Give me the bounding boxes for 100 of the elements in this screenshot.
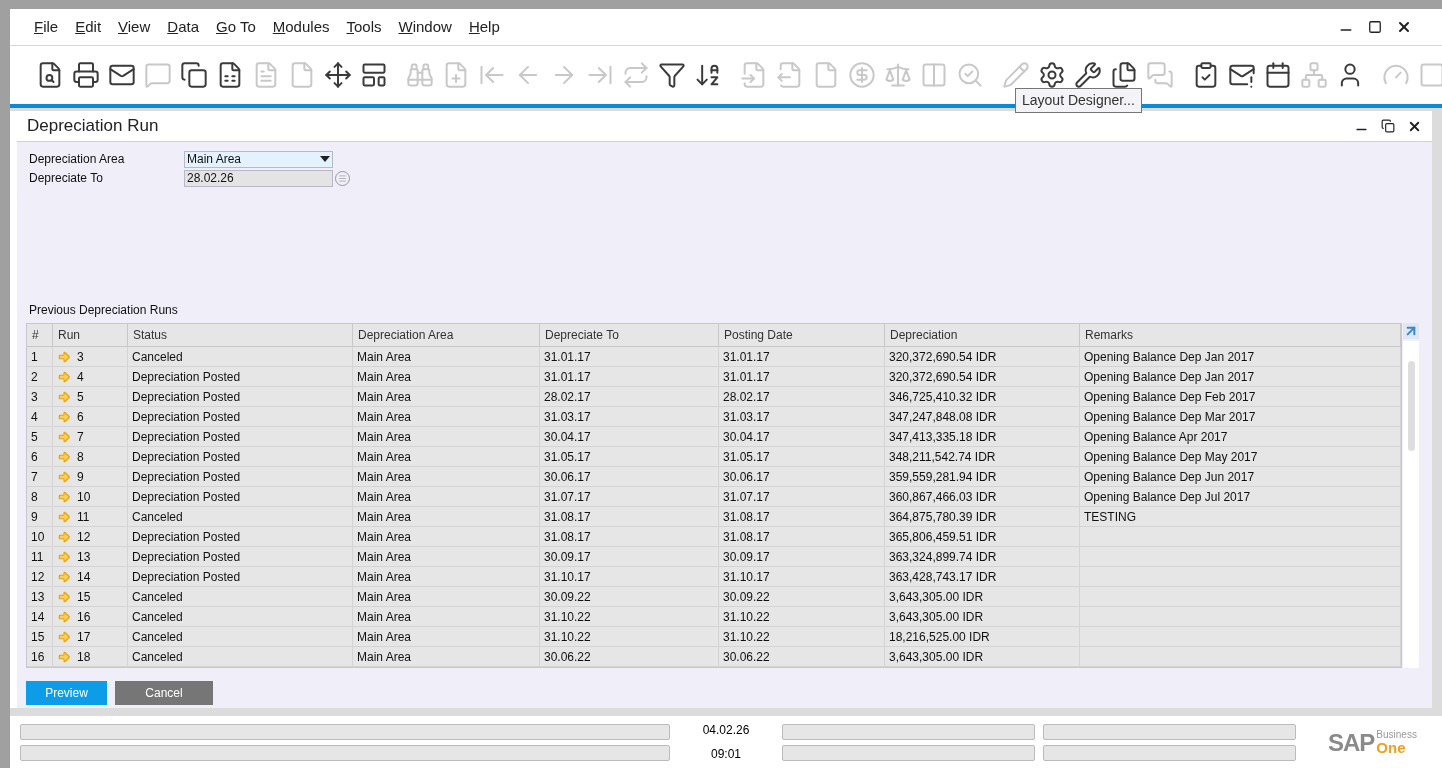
move-icon[interactable]: [324, 61, 352, 89]
link-arrow-icon[interactable]: [57, 569, 71, 584]
table-cell-text: 346,725,410.32 IDR: [889, 388, 997, 406]
column-header[interactable]: Status: [128, 324, 353, 346]
menu-item[interactable]: Help: [468, 15, 500, 39]
link-arrow-icon[interactable]: [57, 609, 71, 624]
table-cell-text: 6: [77, 408, 84, 426]
table-cell-text: Opening Balance Dep Jan 2017: [1084, 368, 1255, 386]
scrollbar-thumb[interactable]: [1407, 361, 1415, 451]
link-arrow-icon[interactable]: [57, 649, 71, 664]
form-title: Depreciation Run: [27, 115, 159, 138]
column-header[interactable]: Remarks: [1080, 324, 1401, 346]
menu-item[interactable]: Modules: [272, 15, 330, 39]
cancel-button[interactable]: Cancel: [115, 681, 213, 705]
table-cell-text: 12: [77, 528, 91, 546]
table-cell-text: 31.10.22: [544, 608, 591, 626]
table-cell-text: Opening Balance Dep Feb 2017: [1084, 388, 1256, 406]
table-cell-text: Opening Balance Dep Jun 2017: [1084, 468, 1255, 486]
table-cell-text: 31.05.17: [544, 448, 591, 466]
expand-icon[interactable]: [1403, 323, 1419, 339]
copy-icon[interactable]: [180, 61, 208, 89]
table-cell-text: 31.07.17: [723, 488, 770, 506]
column-header[interactable]: Posting Date: [719, 324, 885, 346]
maximize-icon[interactable]: [1368, 20, 1382, 34]
menu-item[interactable]: Data: [167, 15, 199, 39]
menu-item[interactable]: File: [34, 15, 59, 39]
link-arrow-icon[interactable]: [57, 489, 71, 504]
menu-item[interactable]: Tools: [346, 15, 382, 39]
table-cell-text: 30.09.17: [723, 548, 770, 566]
table-cell-text: Main Area: [357, 348, 412, 366]
link-arrow-icon[interactable]: [57, 449, 71, 464]
column-header[interactable]: Depreciate To: [540, 324, 719, 346]
table-cell-text: 4: [31, 408, 38, 426]
table-cell-text: 6: [31, 448, 38, 466]
table-cell-text: 11: [31, 548, 44, 566]
table-cell-text: Depreciation Posted: [132, 528, 241, 546]
link-arrow-icon[interactable]: [57, 429, 71, 444]
link-arrow-icon[interactable]: [57, 589, 71, 604]
table-cell-text: 347,413,335.18 IDR: [889, 428, 997, 446]
table-cell-text: 348,211,542.74 IDR: [889, 448, 996, 466]
link-arrow-icon[interactable]: [57, 509, 71, 524]
table-cell-text: 31.10.22: [723, 608, 770, 626]
column-header[interactable]: Depreciation Area: [353, 324, 540, 346]
menu-item[interactable]: Edit: [75, 15, 102, 39]
link-arrow-icon[interactable]: [57, 469, 71, 484]
table-cell-text: Opening Balance Dep Jul 2017: [1084, 488, 1251, 506]
table-cell-text: Canceled: [132, 628, 183, 646]
table-cell-text: Depreciation Posted: [132, 368, 241, 386]
calendar-icon[interactable]: [1264, 61, 1292, 89]
link-arrow-icon[interactable]: [57, 629, 71, 644]
table-cell-text: 18: [77, 648, 91, 666]
settings-icon[interactable]: [1038, 61, 1066, 89]
column-header[interactable]: Depreciation: [885, 324, 1080, 346]
table-cell-text: Canceled: [132, 348, 183, 366]
table-cell-text: 31.03.17: [723, 408, 770, 426]
table-cell-text: Canceled: [132, 508, 183, 526]
table-cell-text: Depreciation Posted: [132, 548, 241, 566]
table-cell-text: 13: [77, 548, 91, 566]
column-header[interactable]: #: [27, 324, 53, 346]
table-cell-text: Canceled: [132, 608, 183, 626]
table-cell-text: Main Area: [357, 548, 412, 566]
status-time: 09:01: [711, 746, 741, 763]
close-icon[interactable]: [1396, 19, 1412, 35]
table-cell-text: Main Area: [357, 528, 412, 546]
menu-item[interactable]: View: [118, 15, 151, 39]
column-header[interactable]: Run: [53, 324, 128, 346]
table-cell-text: Depreciation Posted: [132, 568, 241, 586]
table-cell-text: 363,428,743.17 IDR: [889, 568, 997, 586]
table-cell-text: Depreciation Posted: [132, 388, 241, 406]
table-cell-text: 31.07.17: [544, 488, 591, 506]
wrench-icon[interactable]: [1074, 61, 1102, 89]
documents-icon[interactable]: [1110, 61, 1138, 89]
link-arrow-icon[interactable]: [57, 529, 71, 544]
table-cell-text: 320,372,690.54 IDR: [889, 368, 997, 386]
table-cell-text: 30.09.22: [544, 588, 591, 606]
table-cell-text: 31.01.17: [544, 368, 591, 386]
link-arrow-icon[interactable]: [57, 389, 71, 404]
menu-item[interactable]: Go To: [216, 15, 256, 39]
link-arrow-icon[interactable]: [57, 349, 71, 364]
table-cell-text: Canceled: [132, 648, 183, 666]
restore-icon[interactable]: [1381, 119, 1395, 133]
table-cell-text: 3,643,305.00 IDR: [889, 588, 984, 606]
table-cell-text: 3: [31, 388, 38, 406]
table-cell-text: 28.02.17: [544, 388, 591, 406]
table-cell-text: 31.10.17: [544, 568, 591, 586]
table-cell-text: 320,372,690.54 IDR: [889, 348, 997, 366]
caret-icon: [320, 156, 330, 162]
link-arrow-icon[interactable]: [57, 549, 71, 564]
link-arrow-icon[interactable]: [57, 409, 71, 424]
date-field[interactable]: 28.02.26: [184, 169, 333, 187]
layout-icon[interactable]: [360, 61, 388, 89]
link-arrow-icon[interactable]: [57, 369, 71, 384]
area-dropdown[interactable]: Main Area: [184, 150, 333, 168]
filter-icon[interactable]: [658, 61, 686, 89]
table-cell-text: 364,875,780.39 IDR: [889, 508, 997, 526]
table-cell-text: Depreciation Posted: [132, 468, 241, 486]
print-icon[interactable]: [72, 61, 100, 89]
menu-item[interactable]: Window: [398, 15, 452, 39]
table-title: Previous Depreciation Runs: [29, 302, 179, 319]
table-cell-text: 31.08.17: [723, 508, 770, 526]
